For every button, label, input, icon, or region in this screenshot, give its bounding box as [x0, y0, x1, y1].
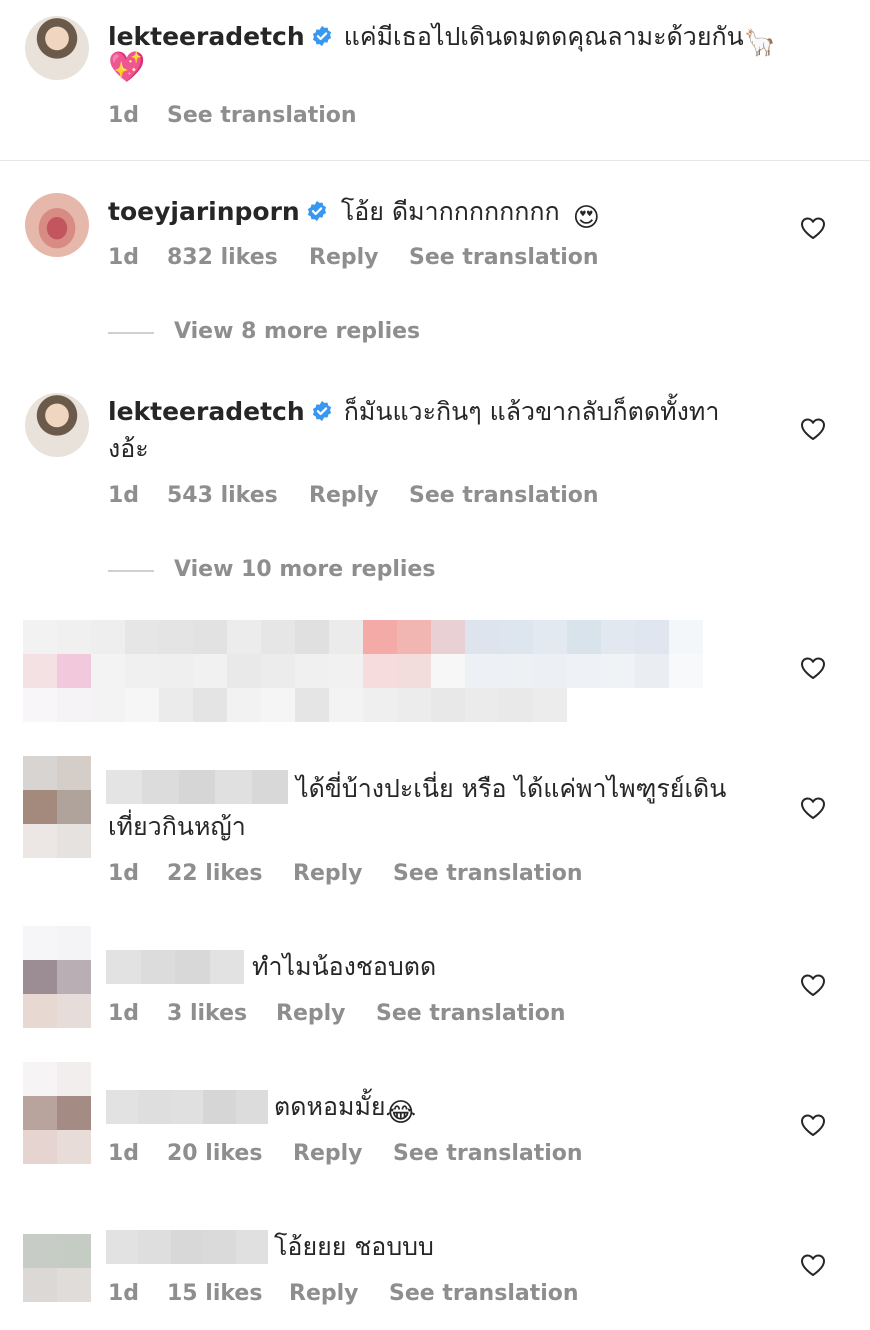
- blurred-username[interactable]: [106, 770, 289, 804]
- comment-time: 1d: [108, 861, 140, 886]
- blurred-username[interactable]: [106, 950, 244, 984]
- divider: [0, 160, 870, 161]
- avatar[interactable]: [23, 1200, 91, 1302]
- laughing-emoji: 😂: [385, 1098, 416, 1128]
- comment-text-line2: งอ้ะ: [108, 434, 149, 463]
- like-heart-icon[interactable]: [800, 216, 826, 240]
- comment-time: 1d: [108, 1281, 140, 1306]
- reply-button[interactable]: Reply: [309, 245, 379, 270]
- see-translation-link[interactable]: See translation: [389, 1281, 579, 1306]
- see-translation-link[interactable]: See translation: [409, 245, 599, 270]
- comment-text: ได้ขี่บ้างปะเนี่ย หรือ ได้แค่พาไพฑูรย์เด…: [296, 774, 727, 803]
- comment-time: 1d: [108, 1001, 140, 1026]
- reply-button[interactable]: Reply: [309, 483, 379, 508]
- see-translation-link[interactable]: See translation: [393, 1141, 583, 1166]
- see-translation-link[interactable]: See translation: [393, 861, 583, 886]
- comment-text-line2: เที่ยวกินหญ้า: [108, 812, 246, 841]
- blurred-username[interactable]: [106, 1090, 269, 1124]
- reply-button[interactable]: Reply: [289, 1281, 359, 1306]
- pixelated-comment: [23, 620, 703, 722]
- like-heart-icon[interactable]: [800, 417, 826, 441]
- likes-count[interactable]: 22 likes: [167, 861, 262, 886]
- reply-button[interactable]: Reply: [293, 1141, 363, 1166]
- heart-gift-emoji: 💖: [108, 50, 146, 85]
- comment-body: lekteeradetch ก็มันแวะกินๆ แล้วขากลับก็ต…: [108, 393, 788, 430]
- verified-badge-icon: [312, 25, 331, 47]
- avatar[interactable]: [23, 756, 91, 858]
- comment-text: โอ้ยยย ชอบบบ: [274, 1232, 434, 1261]
- comment-text: ทำไมน้องชอบตด: [252, 952, 437, 981]
- see-translation-link[interactable]: See translation: [376, 1001, 566, 1026]
- heart-eyes-emoji: 😍: [572, 203, 600, 233]
- comment-text-value: ตดหอมมั้ย: [274, 1092, 386, 1121]
- comment-text: โอ้ย ดีมากกกกกกกก: [340, 197, 560, 226]
- like-heart-icon[interactable]: [800, 1253, 826, 1277]
- comment-body: lekteeradetch แค่มีเธอไปเดินดมตดคุณลามะด…: [108, 18, 808, 58]
- comment-time: 1d: [108, 483, 140, 508]
- like-heart-icon[interactable]: [800, 656, 826, 680]
- comment-time: 1d: [108, 103, 140, 128]
- comment-body: toeyjarinporn โอ้ย ดีมากกกกกกกก 😍: [108, 193, 788, 233]
- see-translation-link[interactable]: See translation: [167, 103, 357, 128]
- like-heart-icon[interactable]: [800, 973, 826, 997]
- view-replies-line: [108, 570, 154, 572]
- username[interactable]: toeyjarinporn: [108, 197, 300, 226]
- comment-time: 1d: [108, 245, 140, 270]
- username[interactable]: lekteeradetch: [108, 397, 305, 426]
- like-heart-icon[interactable]: [800, 796, 826, 820]
- comment-time: 1d: [108, 1141, 140, 1166]
- comment-text: ตดหอมมั้ย😂: [274, 1088, 416, 1132]
- likes-count[interactable]: 832 likes: [167, 245, 278, 270]
- avatar[interactable]: [23, 1062, 91, 1164]
- likes-count[interactable]: 543 likes: [167, 483, 278, 508]
- reply-button[interactable]: Reply: [276, 1001, 346, 1026]
- username[interactable]: lekteeradetch: [108, 22, 305, 51]
- blurred-username[interactable]: [106, 1230, 269, 1264]
- comment-text: แค่มีเธอไปเดินดมตดคุณลามะด้วยกัน: [343, 22, 744, 51]
- likes-count[interactable]: 20 likes: [167, 1141, 262, 1166]
- like-heart-icon[interactable]: [800, 1113, 826, 1137]
- comment-text: ก็มันแวะกินๆ แล้วขากลับก็ตดทั้งทา: [343, 397, 720, 426]
- llama-emoji: 🦙: [743, 28, 777, 58]
- avatar[interactable]: [23, 926, 91, 1028]
- verified-badge-icon: [312, 400, 331, 422]
- verified-badge-icon: [307, 200, 326, 222]
- avatar[interactable]: [25, 16, 89, 80]
- avatar[interactable]: [25, 393, 89, 457]
- view-replies-line: [108, 332, 154, 334]
- likes-count[interactable]: 3 likes: [167, 1001, 247, 1026]
- avatar[interactable]: [25, 193, 89, 257]
- view-more-replies-button[interactable]: View 10 more replies: [174, 557, 435, 582]
- see-translation-link[interactable]: See translation: [409, 483, 599, 508]
- likes-count[interactable]: 15 likes: [167, 1281, 262, 1306]
- reply-button[interactable]: Reply: [293, 861, 363, 886]
- view-more-replies-button[interactable]: View 8 more replies: [174, 319, 420, 344]
